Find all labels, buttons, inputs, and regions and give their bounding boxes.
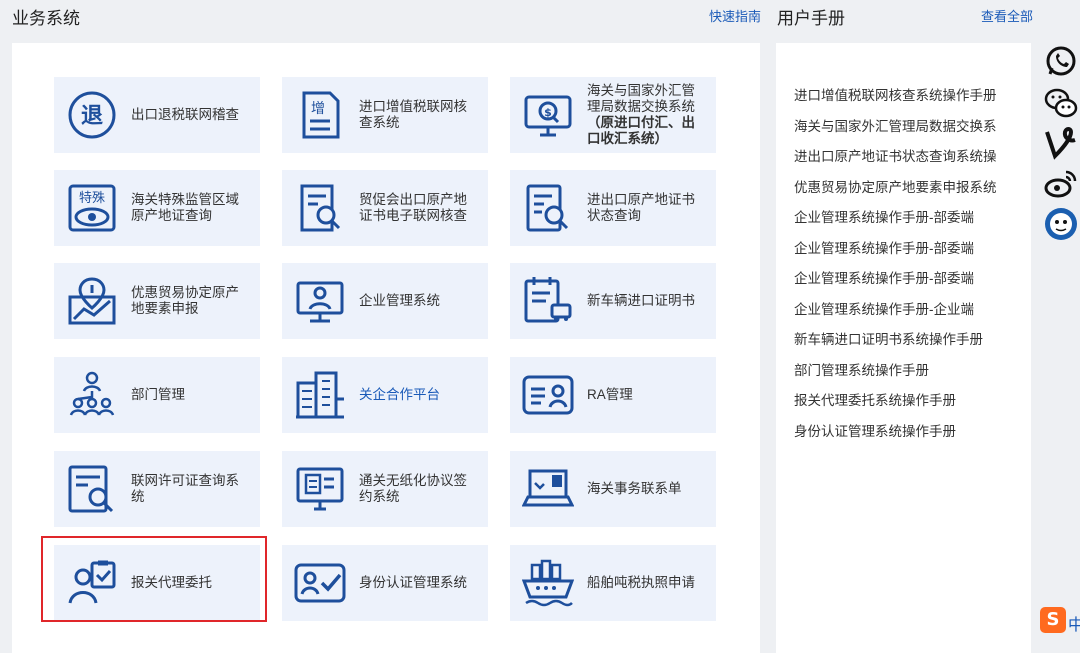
manual-link[interactable]: 优惠贸易协定原产地要素申报系统: [794, 176, 1020, 196]
tile-label: 船舶吨税执照申请: [587, 575, 695, 590]
manual-link[interactable]: 部门管理系统操作手册: [794, 359, 1020, 379]
whatsapp-icon[interactable]: [1044, 45, 1078, 79]
tile-label: 企业管理系统: [359, 293, 440, 308]
tile-identity-auth[interactable]: 身份认证管理系统: [282, 545, 488, 621]
tile-ccpit-origin-check[interactable]: 贸促会出口原产地证书电子联网核查: [282, 170, 488, 246]
tile-enterprise-management[interactable]: 企业管理系统: [282, 263, 488, 339]
paperless-contract-icon: [294, 463, 346, 515]
tile-label: 进出口原产地证书状态查询: [587, 192, 695, 223]
manual-link[interactable]: 报关代理委托系统操作手册: [794, 389, 1020, 409]
tile-import-vat-check[interactable]: 增 进口增值税联网核查系统: [282, 77, 488, 153]
tile-export-tax-refund[interactable]: 退 出口退税联网稽查: [54, 77, 260, 153]
manual-link[interactable]: 企业管理系统操作手册-企业端: [794, 298, 1020, 318]
manual-link[interactable]: 身份认证管理系统操作手册: [794, 420, 1020, 440]
special-zone-eye-icon: 特殊: [66, 182, 118, 234]
business-systems-panel: 退 出口退税联网稽查 增 进口增值税联网核查系统 $ 海关与国家外汇管理局数据交…: [12, 43, 760, 653]
tile-customs-enterprise-platform[interactable]: 关企合作平台: [282, 357, 488, 433]
tile-department-management[interactable]: 部门管理: [54, 357, 260, 433]
tile-origin-status-query[interactable]: 进出口原产地证书状态查询: [510, 170, 716, 246]
vehicle-certificate-icon: [522, 275, 574, 327]
tile-label: RA管理: [587, 387, 633, 402]
sogou-ime-icon[interactable]: S: [1040, 607, 1066, 633]
tile-customs-contact[interactable]: 海关事务联系单: [510, 451, 716, 527]
tile-label: 报关代理委托: [131, 575, 212, 590]
qq-icon[interactable]: [1044, 207, 1078, 241]
map-pin-chart-icon: [66, 275, 118, 327]
tile-forex-data-exchange[interactable]: $ 海关与国家外汇管理局数据交换系统（原进口付汇、出口收汇系统）: [510, 77, 716, 153]
weibo-icon[interactable]: [1044, 166, 1078, 200]
tile-label: 出口退税联网稽查: [131, 107, 239, 122]
customs-agent-icon: [66, 557, 118, 609]
vine-icon[interactable]: [1044, 126, 1078, 160]
tax-refund-icon: 退: [66, 89, 118, 141]
manual-link[interactable]: 企业管理系统操作手册-部委端: [794, 206, 1020, 226]
wechat-icon[interactable]: [1044, 86, 1078, 120]
quick-guide-link[interactable]: 快速指南: [709, 6, 761, 25]
svg-text:退: 退: [81, 104, 103, 129]
tile-label-main: 海关与国家外汇管理局数据交换系统: [587, 83, 695, 114]
tile-customs-agent-entrust[interactable]: 报关代理委托: [54, 545, 260, 621]
monitor-search-icon: $: [522, 89, 574, 141]
id-card-icon: [522, 369, 574, 421]
manual-link[interactable]: 进口增值税联网核查系统操作手册: [794, 84, 1020, 104]
identity-check-icon: [294, 557, 346, 609]
building-icon: [294, 369, 346, 421]
ship-icon: [522, 557, 574, 609]
user-manual-title: 用户手册: [777, 9, 845, 28]
tile-preferential-origin[interactable]: 优惠贸易协定原产地要素申报: [54, 263, 260, 339]
manual-link[interactable]: 进出口原产地证书状态查询系统操: [794, 145, 1020, 165]
tile-label-note: （原进口付汇、出口收汇系统）: [587, 115, 695, 146]
tile-license-query[interactable]: 联网许可证查询系统: [54, 451, 260, 527]
certificate-status-icon: [522, 182, 574, 234]
certificate-search-icon: [294, 182, 346, 234]
tile-label: 进口增值税联网核查系统: [359, 99, 467, 130]
user-manual-panel: 进口增值税联网核查系统操作手册 海关与国家外汇管理局数据交换系 进出口原产地证书…: [776, 43, 1031, 653]
tile-label: 海关事务联系单: [587, 481, 682, 496]
vat-document-icon: 增: [294, 89, 346, 141]
svg-text:特殊: 特殊: [79, 191, 105, 206]
tile-label: 关企合作平台: [359, 387, 440, 402]
tile-label: 新车辆进口证明书: [587, 293, 695, 308]
manual-link[interactable]: 新车辆进口证明书系统操作手册: [794, 328, 1020, 348]
tile-label: 海关与国家外汇管理局数据交换系统（原进口付汇、出口收汇系统）: [587, 83, 708, 147]
tile-label: 部门管理: [131, 387, 185, 402]
license-search-icon: [66, 463, 118, 515]
manual-link[interactable]: 企业管理系统操作手册-部委端: [794, 237, 1020, 257]
view-all-link[interactable]: 查看全部: [981, 6, 1033, 25]
tile-label: 通关无纸化协议签约系统: [359, 473, 467, 504]
svg-text:增: 增: [311, 101, 325, 117]
tile-paperless-agreement[interactable]: 通关无纸化协议签约系统: [282, 451, 488, 527]
tile-label: 海关特殊监管区域原产地证查询: [131, 192, 239, 223]
tile-label: 优惠贸易协定原产地要素申报: [131, 285, 239, 316]
laptop-contact-icon: [522, 463, 574, 515]
tile-special-zone-origin[interactable]: 特殊 海关特殊监管区域原产地证查询: [54, 170, 260, 246]
svg-text:$: $: [544, 106, 552, 119]
tile-label: 联网许可证查询系统: [131, 473, 239, 504]
manual-link[interactable]: 海关与国家外汇管理局数据交换系: [794, 115, 1020, 135]
tile-ra-management[interactable]: RA管理: [510, 357, 716, 433]
tile-new-vehicle-certificate[interactable]: 新车辆进口证明书: [510, 263, 716, 339]
tile-label: 身份认证管理系统: [359, 575, 467, 590]
tile-ship-tonnage-tax[interactable]: 船舶吨税执照申请: [510, 545, 716, 621]
enterprise-user-icon: [294, 275, 346, 327]
business-systems-title: 业务系统: [12, 9, 80, 28]
ime-mode-indicator[interactable]: 中: [1068, 611, 1080, 635]
org-chart-icon: [66, 369, 118, 421]
tile-label: 贸促会出口原产地证书电子联网核查: [359, 192, 467, 223]
manual-link[interactable]: 企业管理系统操作手册-部委端: [794, 267, 1020, 287]
